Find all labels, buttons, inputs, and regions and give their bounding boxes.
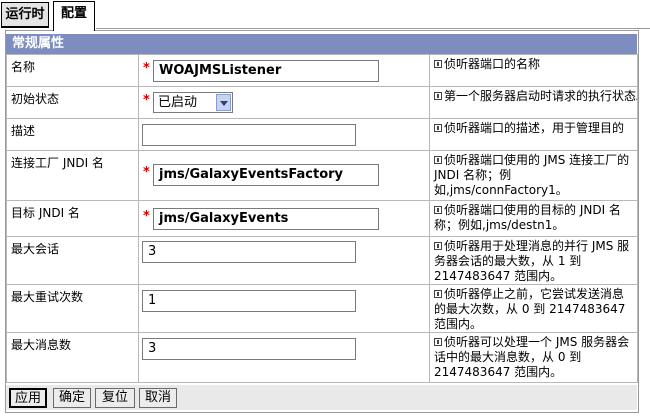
row-label: 最大重试次数 — [6, 284, 139, 333]
row-label: 连接工厂 JNDI 名 — [6, 150, 139, 201]
reset-button[interactable]: 复位 — [95, 388, 135, 408]
row-label: 最大消息数 — [6, 332, 139, 383]
field-cell: * WOAJMSListener — [138, 54, 430, 87]
row-label: 名称 — [6, 54, 139, 87]
info-icon — [434, 156, 442, 164]
field-cell: * jms/GalaxyEvents — [138, 200, 430, 237]
table-row: 最大重试次数 1 侦听器停止之前，它尝试发送消息的最大次数，从 0 到 2147… — [6, 284, 638, 333]
table-row: 连接工厂 JNDI 名 * jms/GalaxyEventsFactory 侦听… — [6, 150, 638, 201]
info-icon — [434, 338, 442, 346]
name-input[interactable]: WOAJMSListener — [153, 60, 379, 82]
help-text: 侦听器停止之前，它尝试发送消息的最大次数，从 0 到 2147483647 范围… — [434, 287, 626, 331]
info-icon — [434, 206, 442, 214]
field-cell: 1 — [138, 284, 430, 333]
help-cell: 侦听器端口使用的 JMS 连接工厂的 JNDI 名称；例如,jms/connFa… — [429, 150, 638, 201]
help-text: 侦听器端口的名称 — [444, 57, 541, 71]
ok-button[interactable]: 确定 — [53, 388, 91, 408]
info-icon — [434, 92, 442, 100]
help-cell: 侦听器端口的描述，用于管理目的 — [429, 118, 638, 151]
required-marker: * — [143, 209, 150, 224]
row-label: 目标 JNDI 名 — [6, 200, 139, 237]
help-cell: 侦听器端口使用的目标的 JNDI 名称；例如,jms/destn1。 — [429, 200, 638, 237]
max-retries-input[interactable]: 1 — [142, 290, 356, 312]
field-cell: 3 — [138, 236, 430, 285]
selected-value: 已启动 — [158, 95, 198, 110]
row-label: 描述 — [6, 118, 139, 151]
chevron-down-icon[interactable] — [216, 94, 231, 111]
table-row: 最大会话 3 侦听器用于处理消息的并行 JMS 服务器会话的最大数，从 1 到 … — [6, 236, 638, 285]
info-icon — [434, 124, 442, 132]
tab-runtime[interactable]: 运行时 — [1, 2, 49, 28]
help-text: 侦听器用于处理消息的并行 JMS 服务器会话的最大数，从 1 到 2147483… — [434, 239, 630, 283]
required-marker: * — [143, 61, 150, 76]
help-cell: 侦听器端口的名称 — [429, 54, 638, 87]
field-cell — [138, 118, 430, 151]
row-label: 初始状态 — [6, 86, 139, 119]
help-text: 第一个服务器启动时请求的执行状态。 — [444, 89, 638, 103]
help-cell: 侦听器停止之前，它尝试发送消息的最大次数，从 0 到 2147483647 范围… — [429, 284, 638, 333]
table-row: 最大消息数 3 侦听器可以处理一个 JMS 服务器会话中的最大消息数，从 0 到… — [6, 332, 638, 383]
help-text: 侦听器可以处理一个 JMS 服务器会话中的最大消息数，从 0 到 2147483… — [434, 335, 630, 379]
help-cell: 侦听器用于处理消息的并行 JMS 服务器会话的最大数，从 1 到 2147483… — [429, 236, 638, 285]
field-cell: 3 — [138, 332, 430, 383]
info-icon — [434, 290, 442, 298]
help-cell: 侦听器可以处理一个 JMS 服务器会话中的最大消息数，从 0 到 2147483… — [429, 332, 638, 383]
table-row: 名称 * WOAJMSListener 侦听器端口的名称 — [6, 54, 638, 87]
help-text: 侦听器端口的描述，用于管理目的 — [444, 121, 625, 135]
tab-configuration[interactable]: 配置 — [53, 1, 95, 31]
row-label: 最大会话 — [6, 236, 139, 285]
properties-table: 名称 * WOAJMSListener 侦听器端口的名称 初始状态 * 已启动 … — [6, 54, 638, 383]
button-bar: 应用 确定 复位 取消 — [6, 385, 637, 410]
table-row: 初始状态 * 已启动 第一个服务器启动时请求的执行状态。 — [6, 86, 638, 119]
connection-factory-jndi-input[interactable]: jms/GalaxyEventsFactory — [153, 164, 379, 186]
table-row: 描述 侦听器端口的描述，用于管理目的 — [6, 118, 638, 151]
initial-state-select[interactable]: 已启动 — [153, 92, 233, 113]
help-cell: 第一个服务器启动时请求的执行状态。 — [429, 86, 638, 119]
help-text: 侦听器端口使用的 JMS 连接工厂的 JNDI 名称；例如,jms/connFa… — [434, 153, 630, 197]
help-text: 侦听器端口使用的目标的 JNDI 名称；例如,jms/destn1。 — [434, 203, 621, 232]
cancel-button[interactable]: 取消 — [139, 388, 177, 408]
tab-divider — [96, 28, 650, 29]
section-header: 常规属性 — [6, 34, 637, 54]
field-cell: * 已启动 — [138, 86, 430, 119]
destination-jndi-input[interactable]: jms/GalaxyEvents — [153, 208, 379, 230]
info-icon — [434, 60, 442, 68]
field-cell: * jms/GalaxyEventsFactory — [138, 150, 430, 201]
required-marker: * — [143, 165, 150, 180]
table-row: 目标 JNDI 名 * jms/GalaxyEvents 侦听器端口使用的目标的… — [6, 200, 638, 237]
tab-bar: 运行时 配置 — [0, 0, 650, 31]
description-input[interactable] — [142, 124, 356, 146]
max-sessions-input[interactable]: 3 — [142, 241, 356, 263]
max-messages-input[interactable]: 3 — [142, 338, 356, 360]
info-icon — [434, 242, 442, 250]
apply-button[interactable]: 应用 — [9, 388, 47, 408]
required-marker: * — [143, 93, 150, 108]
